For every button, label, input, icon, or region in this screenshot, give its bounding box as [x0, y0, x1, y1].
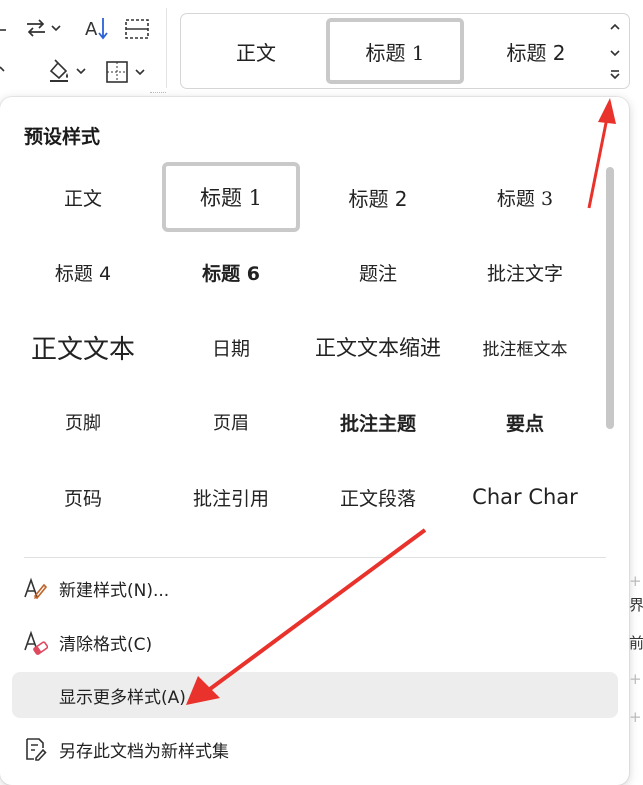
ribbon-toolbar: A 正文 标题 1 标题 2	[0, 0, 643, 100]
doc-char: +	[629, 708, 642, 726]
expand-more-icon	[610, 70, 620, 80]
menu-item-save-style-set[interactable]: 另存此文档为新样式集	[12, 726, 618, 772]
panel-title: 预设样式	[24, 126, 101, 148]
sort-icon: A	[84, 15, 112, 41]
ribbon-divider	[166, 8, 167, 88]
style-item[interactable]: Char Char	[456, 462, 594, 532]
style-item[interactable]: 题注	[309, 237, 447, 307]
style-item[interactable]: 标题 4	[14, 237, 152, 307]
style-item[interactable]: 标题 1	[162, 162, 300, 232]
doc-char: +	[629, 670, 642, 688]
table-borders-button[interactable]	[124, 17, 150, 41]
doc-char: 界	[629, 596, 643, 614]
menu-item-clear-format[interactable]: 清除格式(C)	[12, 619, 618, 665]
style-item[interactable]: 正文文本缩进	[309, 312, 447, 382]
gallery-expand-button[interactable]	[609, 68, 621, 82]
style-item[interactable]: 标题 3	[456, 162, 594, 232]
scroll-up-button[interactable]	[609, 20, 621, 34]
menu-item-label: 显示更多样式(A)	[59, 687, 186, 708]
style-item[interactable]: 页码	[14, 462, 152, 532]
border-dashed-icon	[124, 17, 150, 41]
style-gallery: 正文 标题 1 标题 2	[180, 13, 630, 89]
menu-item-label: 另存此文档为新样式集	[59, 741, 229, 762]
save-style-set-icon	[22, 736, 48, 762]
shading-button[interactable]	[46, 58, 86, 84]
borders-button[interactable]	[105, 60, 145, 84]
style-item[interactable]: 批注框文本	[456, 312, 594, 382]
style-item[interactable]: 批注主题	[309, 387, 447, 457]
gallery-scroll-controls	[605, 14, 625, 90]
paint-bucket-icon	[46, 58, 72, 84]
background-document-edge: + 界 前 + +	[629, 560, 643, 785]
gallery-item-body[interactable]: 正文	[191, 18, 321, 84]
chevron-down-icon	[610, 50, 620, 57]
scroll-down-button[interactable]	[609, 46, 621, 60]
gallery-item-heading1[interactable]: 标题 1	[326, 18, 464, 84]
gallery-item-heading2[interactable]: 标题 2	[471, 18, 601, 84]
style-item[interactable]: 批注文字	[456, 237, 594, 307]
text-direction-icon	[24, 16, 48, 40]
doc-char: +	[629, 572, 642, 590]
menu-divider	[24, 557, 606, 558]
menu-item-label: 清除格式(C)	[59, 634, 153, 655]
sort-button[interactable]: A	[84, 15, 112, 41]
menu-item-label: 新建样式(N)...	[59, 580, 170, 601]
grid-border-icon	[105, 60, 129, 84]
style-item[interactable]: 页眉	[162, 387, 300, 457]
ribbon-chevron-fragment[interactable]	[0, 64, 8, 76]
svg-text:A: A	[85, 19, 98, 40]
ribbon-arrow-fragment[interactable]	[0, 20, 10, 40]
style-item[interactable]: 标题 2	[309, 162, 447, 232]
style-item[interactable]: 批注引用	[162, 462, 300, 532]
style-item[interactable]: 正文	[14, 162, 152, 232]
doc-char: 前	[629, 634, 643, 652]
chevron-down-icon	[135, 68, 145, 76]
style-item[interactable]: 要点	[456, 387, 594, 457]
style-item[interactable]: 标题 6	[162, 237, 300, 307]
menu-item-new-style[interactable]: 新建样式(N)...	[12, 565, 618, 611]
menu-item-show-more-styles[interactable]: 显示更多样式(A)	[12, 672, 618, 718]
chevron-up-icon	[610, 23, 620, 30]
style-item[interactable]: 日期	[162, 312, 300, 382]
style-item[interactable]: 正文文本	[14, 312, 152, 382]
chevron-down-icon	[51, 24, 61, 32]
panel-scrollbar[interactable]	[606, 167, 614, 429]
clear-format-icon	[22, 629, 48, 655]
chevron-down-icon	[76, 67, 86, 75]
text-direction-button[interactable]	[24, 16, 61, 40]
style-item[interactable]: 页脚	[14, 387, 152, 457]
preset-styles-panel: 预设样式 正文 标题 1 标题 2 标题 3 标题 4 标题 6 题注 批注文字 正文文本 日期正…	[0, 97, 629, 785]
menu-icon-placeholder	[22, 682, 48, 708]
style-item[interactable]: 正文段落	[309, 462, 447, 532]
new-style-icon	[22, 575, 48, 601]
